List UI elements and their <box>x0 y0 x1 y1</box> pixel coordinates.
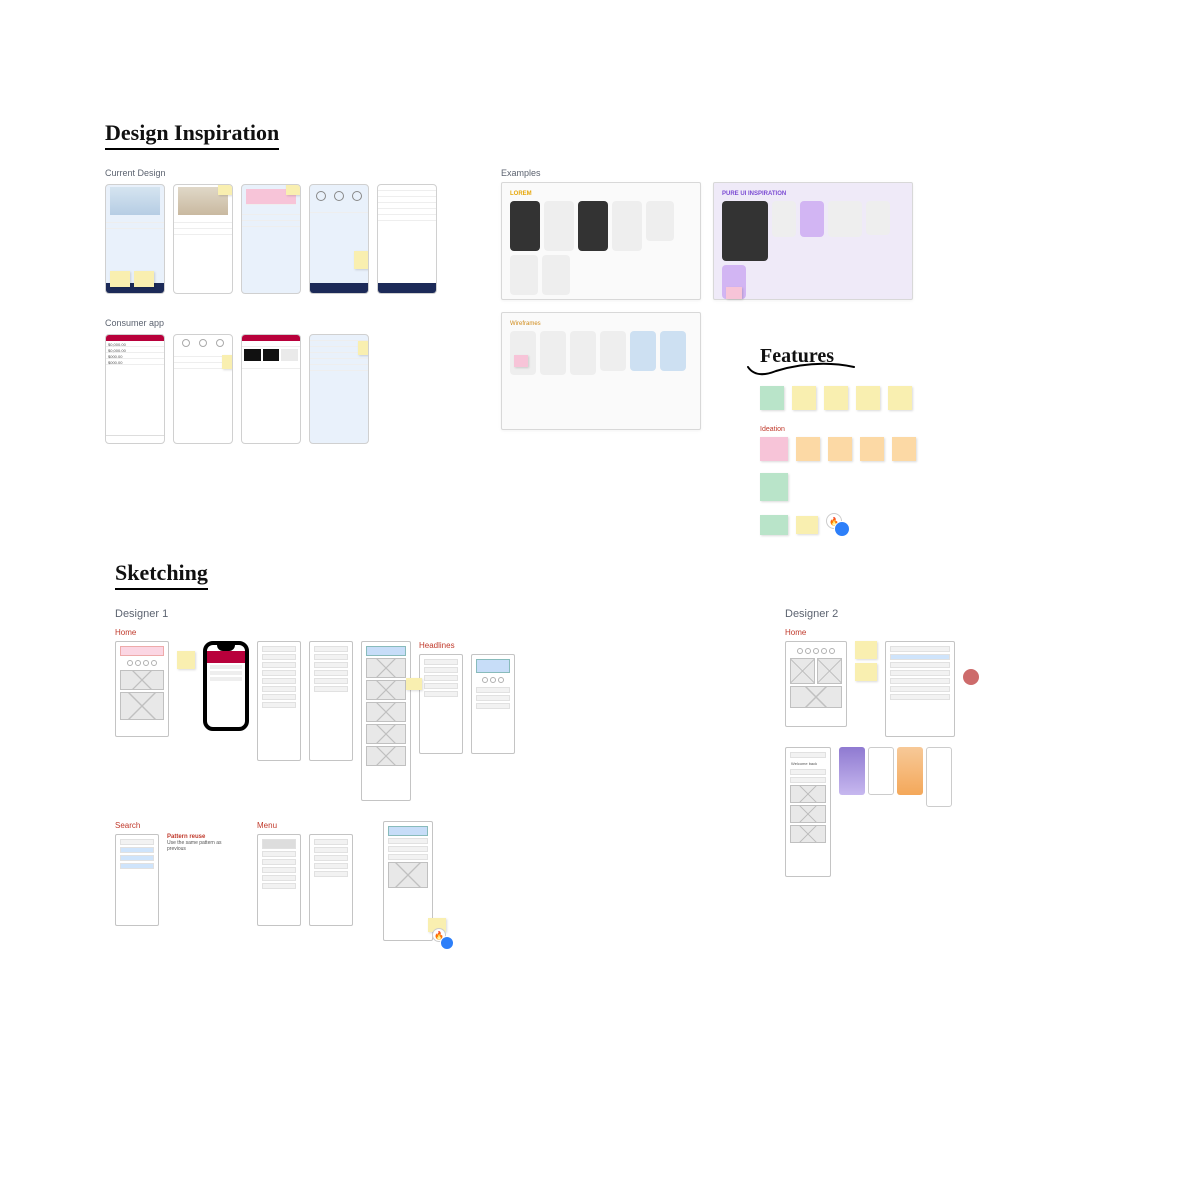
section-title-sketching: Sketching <box>115 560 208 590</box>
board-wireframes[interactable]: Wireframes <box>501 312 701 430</box>
phone-mock[interactable] <box>377 184 437 294</box>
sticky-note[interactable] <box>760 515 788 535</box>
wireframe[interactable] <box>471 654 515 754</box>
reactions-icon: 🔥 <box>826 513 850 537</box>
label-designer-1: Designer 1 <box>115 608 745 620</box>
sticky-note[interactable] <box>855 663 877 681</box>
wireframe[interactable] <box>257 641 301 761</box>
wireframe[interactable] <box>419 654 463 754</box>
phone-mock[interactable] <box>309 334 369 444</box>
label-designer-2: Designer 2 <box>785 608 1115 620</box>
phone-mock[interactable]: $0,000.00$0,000.00 $000.00$000.00 <box>105 334 165 444</box>
phone-mock[interactable] <box>173 184 233 294</box>
col-current-design: Current Design <box>105 168 475 444</box>
phone-mock[interactable] <box>241 184 301 294</box>
board-examples-1[interactable]: LOREM <box>501 182 701 300</box>
sticky-note[interactable] <box>824 386 848 410</box>
section-sketching: Sketching Designer 1 Home <box>115 560 1115 979</box>
pattern-note-body: Use the same pattern as previous <box>167 840 227 852</box>
col-designer-1: Designer 1 Home <box>115 608 745 979</box>
wireframe[interactable] <box>785 641 847 727</box>
wireframe[interactable] <box>309 641 353 761</box>
label-home: Home <box>115 628 745 637</box>
sticky-note[interactable] <box>855 641 877 659</box>
phone-mock[interactable] <box>241 334 301 444</box>
wireframe[interactable] <box>885 641 955 737</box>
sticky-note[interactable] <box>792 386 816 410</box>
label-current-design: Current Design <box>105 168 475 178</box>
wireframe[interactable] <box>257 834 301 926</box>
phone-mock[interactable] <box>173 334 233 444</box>
sticky-note[interactable] <box>888 386 912 410</box>
board-title: Wireframes <box>510 321 692 327</box>
sticky-note[interactable] <box>760 473 788 501</box>
sticky-note[interactable] <box>177 651 195 669</box>
wireframe[interactable] <box>309 834 353 926</box>
section-title-design-inspiration: Design Inspiration <box>105 120 279 150</box>
label-headlines: Headlines <box>419 641 515 650</box>
sticky-note[interactable] <box>892 437 916 461</box>
wireframe[interactable] <box>115 641 169 737</box>
sticky-note[interactable] <box>760 437 788 461</box>
sticky-note[interactable] <box>856 386 880 410</box>
sticky-note[interactable] <box>796 516 818 534</box>
device-mock[interactable] <box>203 641 249 731</box>
label-search: Search <box>115 821 227 830</box>
wireframe[interactable] <box>361 641 411 801</box>
label-ideation: Ideation <box>760 426 1080 433</box>
wireframe[interactable] <box>115 834 159 926</box>
underline-swirl-icon <box>746 359 856 381</box>
board-title: LOREM <box>510 191 692 197</box>
phone-mock[interactable] <box>105 184 165 294</box>
sticky-note[interactable] <box>796 437 820 461</box>
sticky-note[interactable] <box>860 437 884 461</box>
board-title: PURE UI INSPIRATION <box>722 191 904 197</box>
section-features: Features Ideation <box>760 345 1080 537</box>
sticky-note[interactable] <box>760 386 784 410</box>
label-home2: Home <box>785 628 1115 637</box>
board-examples-2[interactable]: PURE UI INSPIRATION <box>713 182 913 300</box>
design-canvas[interactable]: Design Inspiration Current Design <box>0 0 1200 1200</box>
label-menu: Menu <box>257 821 353 830</box>
wireframe[interactable]: 🔥 <box>383 821 433 941</box>
col-designer-2: Designer 2 Home <box>785 608 1115 979</box>
sticky-note[interactable] <box>828 437 852 461</box>
label-examples: Examples <box>501 168 1105 178</box>
phone-mock[interactable] <box>309 184 369 294</box>
label-consumer-app: Consumer app <box>105 318 475 328</box>
reactions-icon: 🔥 <box>432 928 454 950</box>
wireframe[interactable]: Welcome back <box>785 747 831 877</box>
